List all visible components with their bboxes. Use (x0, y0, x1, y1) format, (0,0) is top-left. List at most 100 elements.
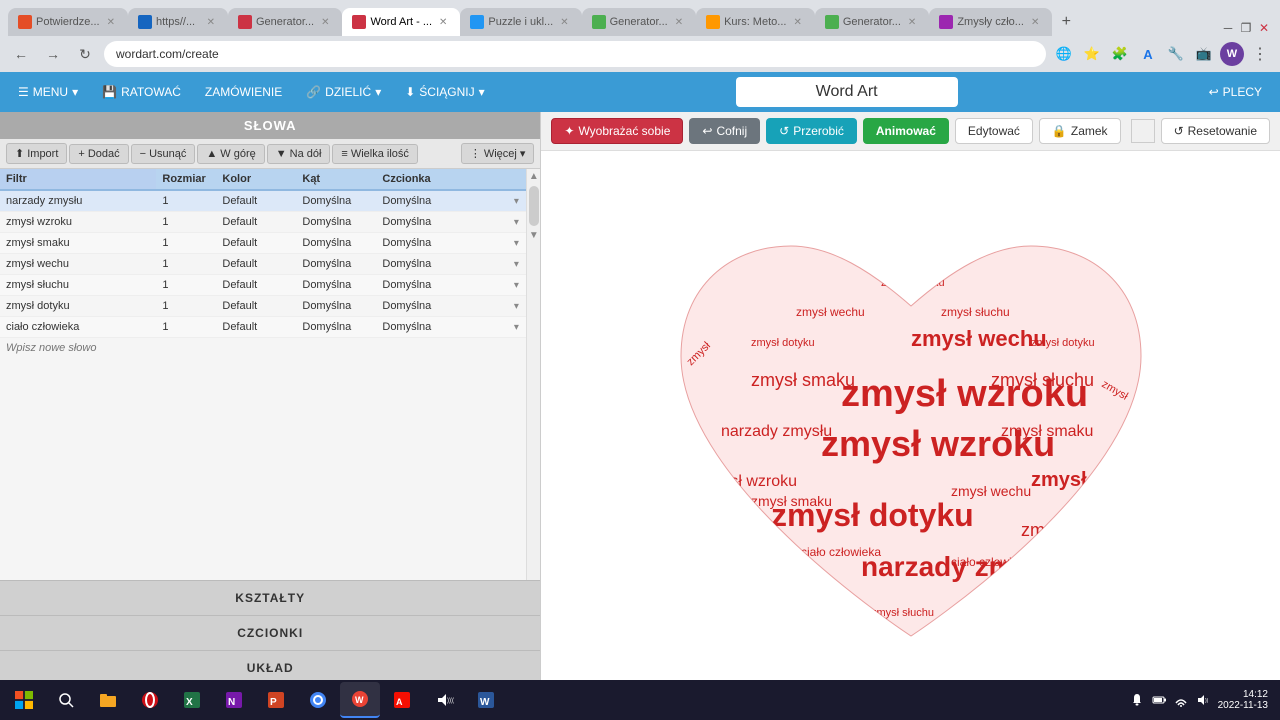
taskbar-chrome-active[interactable]: W (340, 682, 380, 718)
tab-close-icon[interactable]: ✕ (672, 16, 686, 29)
taskbar-chrome[interactable] (298, 682, 338, 718)
wordart-title[interactable]: Word Art (736, 77, 958, 107)
notification-icon[interactable] (1130, 693, 1144, 707)
download-button[interactable]: ⬇ ŚCIĄGNIJ ▾ (395, 81, 494, 103)
extensions2-icon[interactable]: 🔧 (1164, 42, 1188, 66)
row-expand-icon[interactable]: ▾ (506, 255, 526, 274)
table-row[interactable]: zmysł wzroku 1 Default Domyślna Domyślna… (0, 212, 526, 233)
tab-close-icon[interactable]: ✕ (318, 16, 332, 29)
address-bar[interactable]: wordart.com/create (104, 41, 1046, 67)
tab-favicon (138, 15, 152, 29)
tab-close-icon[interactable]: ✕ (104, 16, 118, 29)
taskbar-acrobat[interactable]: A (382, 682, 422, 718)
back-button[interactable]: ↩ PLECY (1199, 81, 1272, 103)
font-cell: Domyślna (376, 317, 506, 337)
import-button[interactable]: ⬆ Import (6, 143, 67, 164)
tab-potwierdze[interactable]: Potwierdze... ✕ (8, 8, 128, 36)
taskbar-search[interactable] (46, 682, 86, 718)
tab-close-icon[interactable]: ✕ (790, 16, 804, 29)
tab-close-icon[interactable]: ✕ (436, 16, 450, 29)
fonts-button[interactable]: CZCIONKI (0, 615, 540, 650)
a-icon[interactable]: A (1136, 42, 1160, 66)
taskbar-explorer[interactable] (88, 682, 128, 718)
tab-generator1[interactable]: Generator... ✕ (228, 8, 342, 36)
app-toolbar: ☰ MENU ▾ 💾 RATOWAĆ ZAMÓWIENIE 🔗 DZIELIĆ … (0, 72, 1280, 112)
chrome-wordart-icon: W (350, 689, 370, 709)
edit-button[interactable]: Edytować (955, 118, 1033, 144)
table-row[interactable]: zmysł słuchu 1 Default Domyślna Domyślna… (0, 275, 526, 296)
col-angle: Kąt (296, 169, 376, 189)
row-expand-icon[interactable]: ▾ (506, 276, 526, 295)
tab-kurs[interactable]: Kurs: Meto... ✕ (696, 8, 815, 36)
reload-button[interactable]: ↻ (72, 41, 98, 67)
taskbar-word[interactable]: W (466, 682, 506, 718)
animate-button[interactable]: Animować (863, 118, 949, 144)
tab-wordart[interactable]: Word Art - ... ✕ (342, 8, 460, 36)
big-amount-button[interactable]: ≡ Wielka ilość (332, 144, 418, 164)
up-label: W górę (220, 148, 255, 160)
taskbar-onenote[interactable]: N (214, 682, 254, 718)
share-button[interactable]: 🔗 DZIELIĆ ▾ (296, 81, 391, 103)
rework-button[interactable]: ↺ Przerobić (766, 118, 857, 144)
row-expand-icon[interactable]: ▾ (506, 213, 526, 232)
taskbar-volume[interactable]: )))) (424, 682, 464, 718)
row-expand-icon[interactable]: ▾ (506, 297, 526, 316)
tab-close-icon[interactable]: ✕ (905, 16, 919, 29)
order-button[interactable]: ZAMÓWIENIE (195, 81, 292, 103)
undo-button[interactable]: ↩ Cofnij (689, 118, 760, 144)
tab-generator2[interactable]: Generator... ✕ (582, 8, 696, 36)
bookmark-icon[interactable]: ⭐ (1080, 42, 1104, 66)
new-tab-button[interactable]: + (1052, 8, 1080, 36)
row-expand-icon[interactable]: ▾ (506, 192, 526, 211)
minimize-button[interactable]: ─ (1220, 20, 1236, 36)
forward-nav-button[interactable]: → (40, 41, 66, 67)
table-row[interactable]: zmysł smaku 1 Default Domyślna Domyślna … (0, 233, 526, 254)
menu-button[interactable]: ☰ MENU ▾ (8, 81, 88, 103)
tab-puzzle[interactable]: Puzzle i ukl... ✕ (460, 8, 581, 36)
scrollbar[interactable]: ▲ ▼ (526, 169, 540, 580)
table-row[interactable]: ciało człowieka 1 Default Domyślna Domyś… (0, 317, 526, 338)
tab-generator3[interactable]: Generator... ✕ (815, 8, 929, 36)
row-expand-icon[interactable]: ▾ (506, 318, 526, 337)
lock-button[interactable]: 🔒 Zamek (1039, 118, 1121, 144)
remove-button[interactable]: − Usunąć (131, 144, 196, 164)
translate-icon[interactable]: 🌐 (1052, 42, 1076, 66)
volume-taskbar-icon[interactable]: )) (1196, 693, 1210, 707)
save-button[interactable]: 💾 RATOWAĆ (92, 81, 191, 103)
more-button[interactable]: ⋮ Więcej ▾ (461, 143, 535, 164)
tab-close-icon[interactable]: ✕ (557, 16, 571, 29)
row-expand-icon[interactable]: ▾ (506, 234, 526, 253)
close-button[interactable]: ✕ (1256, 20, 1272, 36)
add-button[interactable]: + Dodać (69, 144, 128, 164)
taskbar-excel[interactable]: X (172, 682, 212, 718)
up-button[interactable]: ▲ W górę (197, 144, 264, 164)
time-display: 14:12 (1243, 689, 1268, 700)
scroll-up-icon[interactable]: ▲ (527, 169, 540, 184)
tab-https[interactable]: https//... ✕ (128, 8, 228, 36)
back-nav-button[interactable]: ← (8, 41, 34, 67)
reset-button[interactable]: ↺ Resetowanie (1161, 118, 1270, 144)
color-cell: Default (216, 233, 296, 253)
extensions-icon[interactable]: 🧩 (1108, 42, 1132, 66)
table-row[interactable]: zmysł dotyku 1 Default Domyślna Domyślna… (0, 296, 526, 317)
tab-close-icon[interactable]: ✕ (1028, 16, 1042, 29)
folder-icon (98, 690, 118, 710)
down-button[interactable]: ▼ Na dół (267, 144, 331, 164)
start-button[interactable] (4, 682, 44, 718)
scroll-thumb[interactable] (529, 186, 539, 226)
restore-button[interactable]: ❐ (1238, 20, 1254, 36)
tab-zmysly[interactable]: Zmysły czło... ✕ (929, 8, 1052, 36)
table-row[interactable]: zmysł wechu 1 Default Domyślna Domyślna … (0, 254, 526, 275)
profile-button[interactable]: W (1220, 42, 1244, 66)
color-swatch[interactable] (1131, 119, 1155, 143)
scroll-down-icon[interactable]: ▼ (527, 228, 540, 243)
imagine-button[interactable]: ✦ Wyobrażać sobie (551, 118, 683, 144)
taskbar-powerpoint[interactable]: P (256, 682, 296, 718)
new-word-input[interactable] (0, 338, 156, 358)
browser-menu-button[interactable]: ⋮ (1248, 42, 1272, 66)
taskbar-opera[interactable] (130, 682, 170, 718)
table-row[interactable]: narzady zmysłu 1 Default Domyślna Domyśl… (0, 191, 526, 212)
tab-close-icon[interactable]: ✕ (204, 16, 218, 29)
shapes-button[interactable]: KSZTAŁTY (0, 580, 540, 615)
cast-icon[interactable]: 📺 (1192, 42, 1216, 66)
